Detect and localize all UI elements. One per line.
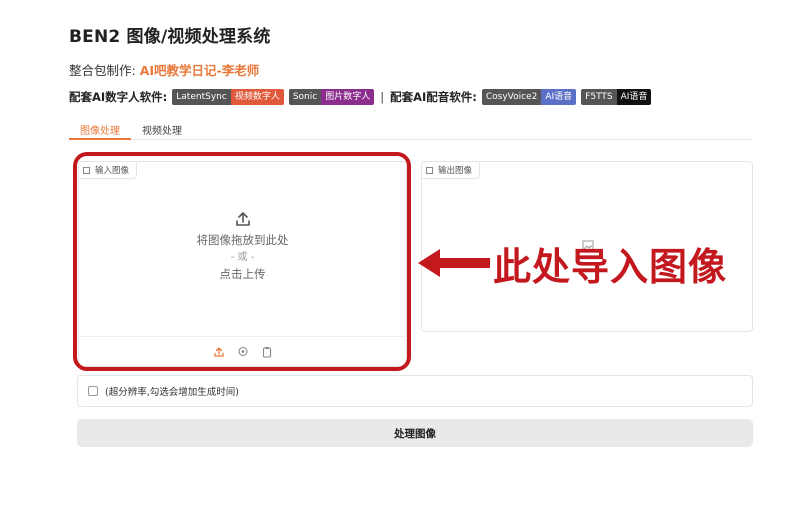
digital-human-label: 配套AI数字人软件: [69, 90, 168, 104]
output-panel-label: 输出图像 [422, 162, 481, 179]
annotation-frame [73, 152, 411, 371]
superres-checkbox[interactable] [88, 386, 98, 396]
separator: | [380, 90, 385, 104]
page-title: BEN2 图像/视频处理系统 [69, 27, 271, 47]
tab-bar: 图像处理 视频处理 [69, 118, 753, 140]
badge-f5tts[interactable]: F5TTS AI语音 [581, 89, 652, 105]
process-image-button[interactable]: 处理图像 [77, 419, 753, 447]
tab-video-processing[interactable]: 视频处理 [131, 118, 193, 140]
annotation-arrow-icon [418, 249, 490, 277]
tab-image-processing[interactable]: 图像处理 [69, 118, 131, 140]
software-row: 配套AI数字人软件: LatentSync 视频数字人 Sonic 图片数字人 … [69, 88, 652, 106]
badge-latentsync[interactable]: LatentSync 视频数字人 [172, 89, 284, 105]
image-icon [426, 166, 433, 174]
badge-sonic[interactable]: Sonic 图片数字人 [288, 89, 375, 105]
superres-label: (超分辨率,勾选会增加生成时间) [105, 387, 239, 398]
annotation-text: 此处导入图像 [493, 245, 728, 289]
badge-name: Sonic [288, 89, 322, 105]
superres-option[interactable]: (超分辨率,勾选会增加生成时间) [77, 375, 753, 407]
badge-name: F5TTS [581, 89, 617, 105]
badge-name: LatentSync [172, 89, 231, 105]
badge-tag: 视频数字人 [230, 89, 284, 105]
badge-tag: 图片数字人 [321, 89, 375, 105]
maker-name[interactable]: AI吧教学日记-李老师 [140, 63, 260, 78]
maker-line: 整合包制作: AI吧教学日记-李老师 [69, 60, 259, 79]
badge-name: CosyVoice2 [481, 89, 542, 105]
badge-cosyvoice2[interactable]: CosyVoice2 AI语音 [481, 89, 577, 105]
voice-label: 配套AI配音软件: [390, 90, 477, 104]
output-panel-label-text: 输出图像 [438, 166, 473, 176]
badge-tag: AI语音 [616, 89, 652, 105]
maker-label: 整合包制作: [69, 63, 136, 78]
badge-tag: AI语音 [541, 89, 577, 105]
